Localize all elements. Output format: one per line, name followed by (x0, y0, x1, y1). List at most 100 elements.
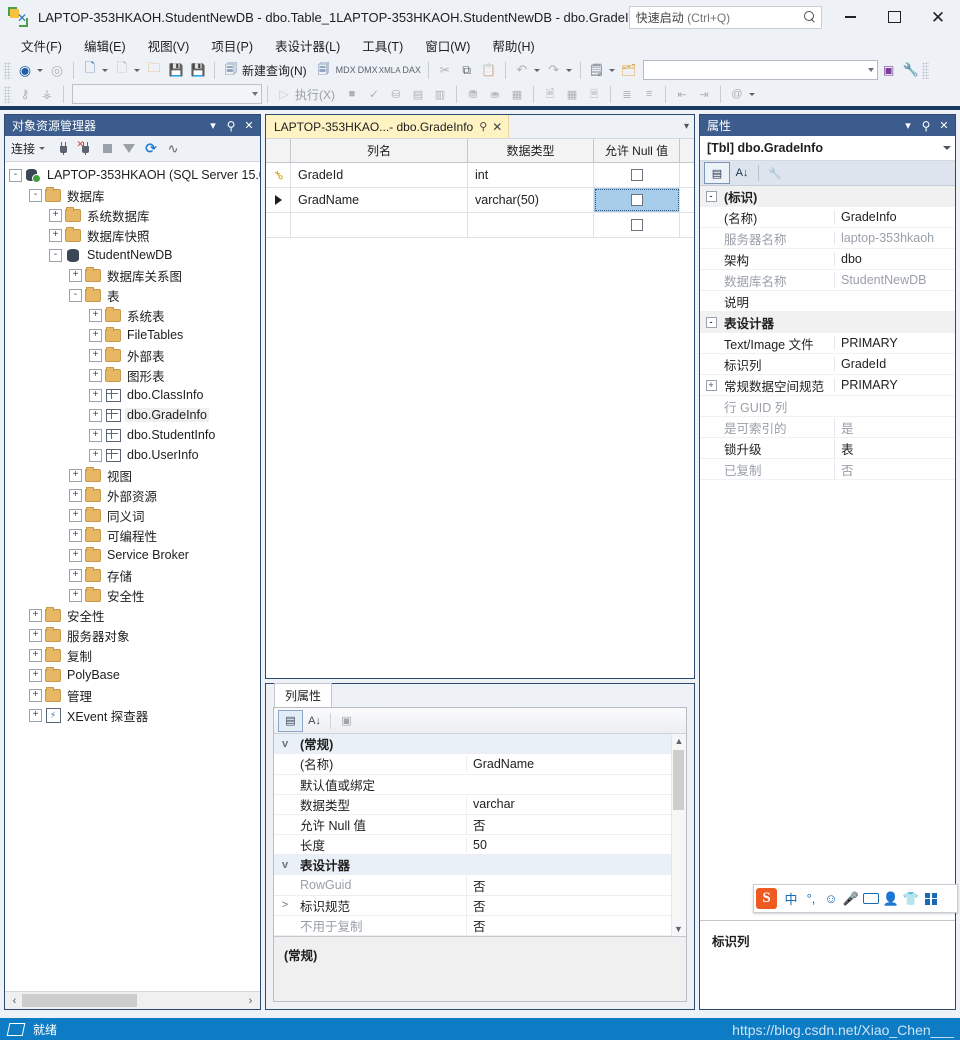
tree-node[interactable]: +dbo.StudentInfo (5, 425, 260, 445)
menu-item-table-designer[interactable]: 表设计器(L) (264, 34, 351, 57)
tree-node[interactable]: +PolyBase (5, 665, 260, 685)
toolbar-overflow-chevron-down-icon[interactable] (609, 69, 615, 72)
allow-nulls-checkbox[interactable] (631, 194, 643, 206)
tree-node[interactable]: +系统数据库 (5, 205, 260, 225)
row-selector-cell[interactable]: ⚷ (266, 163, 291, 187)
object-explorer-tree[interactable]: -LAPTOP-353HKAOH (SQL Server 15.0-数据库+系统… (5, 162, 260, 991)
tree-node[interactable]: +视图 (5, 465, 260, 485)
new-project-chevron-down-icon[interactable] (102, 69, 108, 72)
new-mdx-query-icon[interactable]: MDX (335, 60, 357, 81)
ime-voice-icon[interactable]: 🎤 (841, 888, 861, 909)
property-row[interactable]: 不用于复制否 (274, 916, 686, 936)
tree-node[interactable]: +图形表 (5, 365, 260, 385)
options-wrench-icon[interactable]: 🔧 (900, 60, 922, 81)
object-explorer-pin-icon[interactable]: ⚲ (223, 118, 239, 134)
tree-node[interactable]: +dbo.UserInfo (5, 445, 260, 465)
menu-item-view[interactable]: 视图(V) (137, 34, 201, 57)
allow-nulls-cell[interactable] (594, 163, 680, 187)
properties-categorized-icon[interactable]: ▤ (704, 162, 730, 184)
save-icon[interactable]: 💾 (165, 60, 187, 81)
table-row[interactable] (266, 213, 694, 238)
activity-monitor-icon[interactable]: ∿ (162, 139, 184, 159)
object-explorer-hscrollbar[interactable]: ‹ › (5, 991, 260, 1009)
maximize-button[interactable] (872, 0, 916, 34)
tree-node[interactable]: -表 (5, 285, 260, 305)
tree-node[interactable]: +dbo.ClassInfo (5, 385, 260, 405)
tree-expander[interactable]: + (29, 669, 42, 682)
properties-row[interactable]: 说明 (700, 291, 955, 312)
column-name-cell[interactable] (291, 213, 468, 237)
tree-node[interactable]: +服务器对象 (5, 625, 260, 645)
tree-expander[interactable]: + (89, 309, 102, 322)
property-row[interactable]: 默认值或绑定 (274, 775, 686, 795)
properties-group-row[interactable]: -(标识) (700, 186, 955, 207)
properties-row[interactable]: 已复制否 (700, 459, 955, 480)
ime-user-icon[interactable]: 👤 (881, 888, 901, 909)
save-all-icon[interactable]: 💾 (187, 60, 209, 81)
tree-node[interactable]: +FileTables (5, 325, 260, 345)
new-project-icon[interactable]: 🗋 (79, 60, 101, 81)
tree-expander[interactable]: + (69, 549, 82, 562)
quick-launch-input[interactable]: 快速启动 (Ctrl+Q) (629, 6, 822, 29)
new-dax-query-icon[interactable]: DAX (401, 60, 423, 81)
property-group-row[interactable]: v表设计器 (274, 855, 686, 875)
properties-pin-icon[interactable]: ⚲ (918, 118, 934, 134)
menu-item-project[interactable]: 项目(P) (200, 34, 264, 57)
property-row[interactable]: RowGuid否 (274, 875, 686, 895)
alphabetical-sort-icon[interactable]: A↓ (303, 711, 326, 731)
property-expander[interactable]: > (274, 899, 296, 911)
vscroll-thumb[interactable] (673, 750, 684, 810)
properties-alphabetical-icon[interactable]: A↓ (730, 163, 754, 183)
tree-expander[interactable]: + (29, 709, 42, 722)
ime-skin-icon[interactable]: 👕 (901, 888, 921, 909)
filter-icon[interactable] (118, 139, 140, 159)
table-row[interactable]: GradNamevarchar(50) (266, 188, 694, 213)
table-row[interactable]: ⚷GradeIdint (266, 163, 694, 188)
tree-expander[interactable]: + (69, 569, 82, 582)
tree-expander[interactable]: + (89, 429, 102, 442)
toolbar-overflow-2-chevron-down-icon[interactable] (749, 93, 755, 96)
toolbar-grip-end[interactable] (922, 62, 929, 79)
vscroll-up-icon[interactable]: ▲ (672, 734, 686, 748)
toolbar-grip-2[interactable] (4, 86, 11, 103)
properties-value[interactable]: StudentNewDB (834, 273, 955, 287)
object-explorer-dropdown-icon[interactable]: ▾ (205, 118, 221, 134)
hscroll-right-icon[interactable]: › (243, 995, 258, 1007)
tree-node[interactable]: +数据库关系图 (5, 265, 260, 285)
column-name-cell[interactable]: GradName (291, 188, 468, 212)
tree-node[interactable]: +系统表 (5, 305, 260, 325)
tab-column-properties[interactable]: 列属性 (274, 683, 332, 707)
properties-list[interactable]: -(标识)(名称)GradeInfo服务器名称laptop-353hkaoh架构… (700, 186, 955, 480)
open-file-icon[interactable]: 🗀 (143, 60, 165, 81)
new-dmx-query-icon[interactable]: DMX (357, 60, 379, 81)
database-combo[interactable] (72, 84, 262, 104)
menu-item-tools[interactable]: 工具(T) (351, 34, 414, 57)
tree-node[interactable]: +同义词 (5, 505, 260, 525)
properties-value[interactable]: laptop-353hkaoh (834, 231, 955, 245)
property-value[interactable]: 否 (466, 916, 686, 935)
sogou-ime-toolbar[interactable]: S 中 °, ☺ 🎤 👤 👕 (753, 884, 958, 913)
properties-row[interactable]: Text/Image 文件PRIMARY (700, 333, 955, 354)
tree-expander[interactable]: + (89, 349, 102, 362)
property-row[interactable]: 长度50 (274, 835, 686, 855)
property-value[interactable]: 50 (466, 838, 686, 852)
property-row[interactable]: (名称)GradName (274, 754, 686, 774)
object-explorer-details-icon[interactable]: 🗒 (586, 60, 608, 81)
refresh-icon[interactable]: ⟳ (140, 139, 162, 159)
property-value[interactable]: 否 (466, 876, 686, 895)
disconnect-all-icon[interactable]: ✕ (74, 139, 96, 159)
menu-item-edit[interactable]: 编辑(E) (73, 34, 137, 57)
disconnect-icon[interactable] (52, 139, 74, 159)
allow-nulls-checkbox[interactable] (631, 169, 643, 181)
tree-node[interactable]: +外部资源 (5, 485, 260, 505)
tree-node[interactable]: +存储 (5, 565, 260, 585)
categorized-view-icon[interactable]: ▤ (278, 710, 303, 732)
tree-node[interactable]: -LAPTOP-353HKAOH (SQL Server 15.0 (5, 165, 260, 185)
tree-expander[interactable]: + (29, 629, 42, 642)
tree-expander[interactable]: + (89, 449, 102, 462)
tree-expander[interactable]: - (69, 289, 82, 302)
properties-value[interactable]: PRIMARY (834, 336, 955, 350)
vscroll-down-icon[interactable]: ▼ (672, 922, 685, 936)
properties-value[interactable]: GradeId (834, 357, 955, 371)
column-properties-vscrollbar[interactable]: ▲ ▼ (671, 734, 686, 936)
